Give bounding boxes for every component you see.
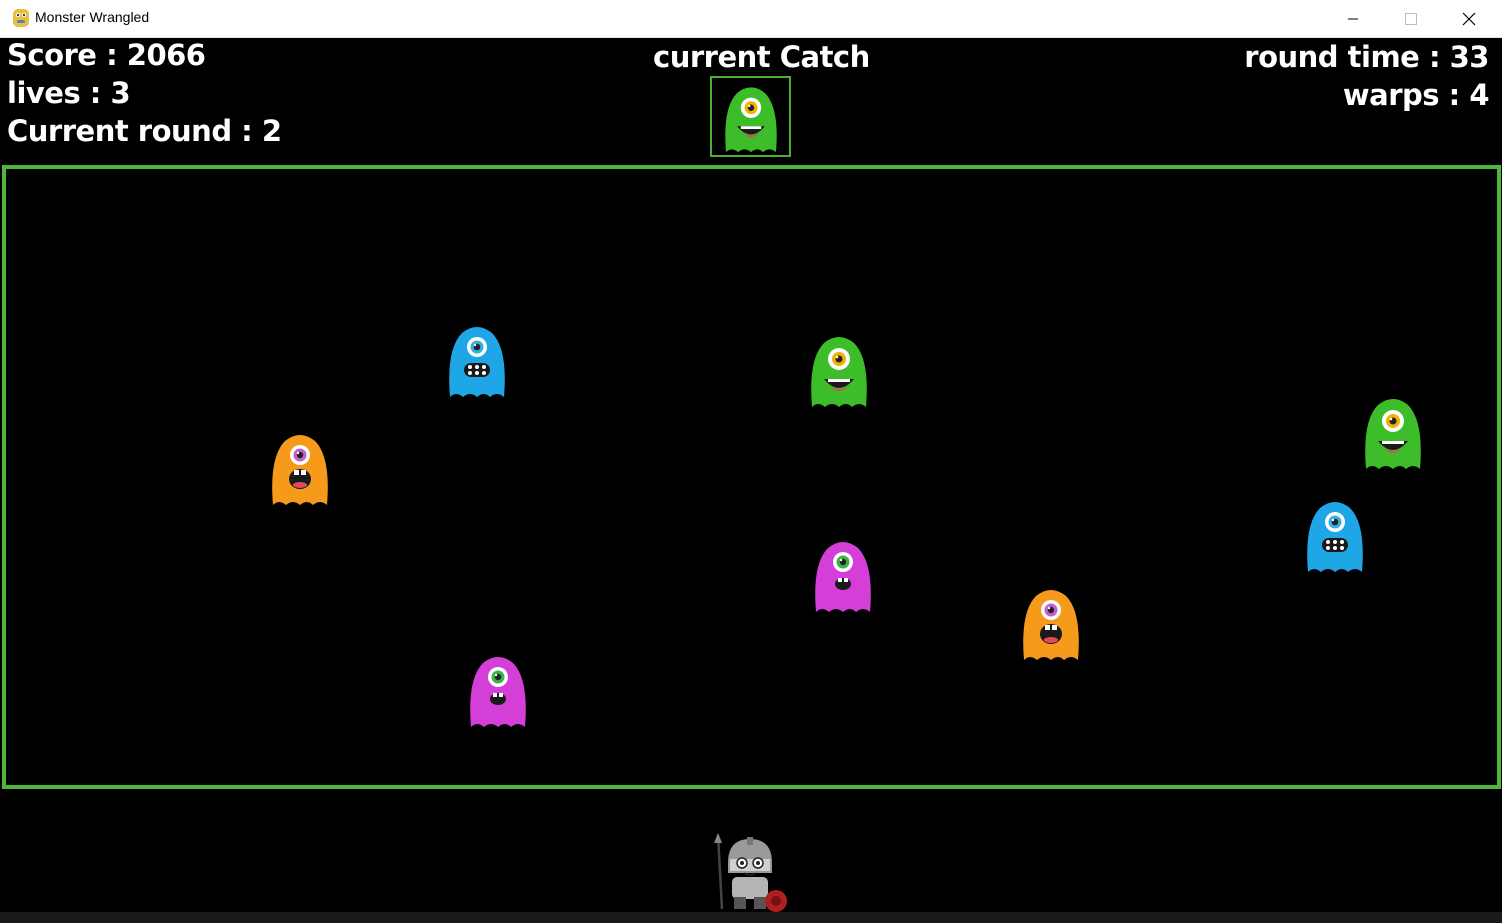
window-titlebar: Monster Wrangled bbox=[0, 0, 1502, 38]
knight-player[interactable] bbox=[710, 833, 790, 913]
close-icon bbox=[1462, 12, 1476, 25]
window-title: Monster Wrangled bbox=[35, 9, 150, 25]
window-bottom-edge bbox=[0, 912, 1502, 923]
round-time-label: round time : 33 bbox=[1244, 40, 1489, 74]
green-monster bbox=[811, 337, 867, 407]
maximize-icon bbox=[1405, 12, 1417, 25]
round-label: Current round : 2 bbox=[7, 114, 282, 148]
green-monster-icon bbox=[725, 87, 777, 153]
purple-monster bbox=[815, 542, 871, 612]
purple-monster bbox=[470, 657, 526, 727]
blue-monster bbox=[1307, 502, 1363, 572]
lives-label: lives : 3 bbox=[7, 76, 131, 110]
minimize-icon bbox=[1348, 18, 1358, 19]
close-button[interactable] bbox=[1446, 0, 1492, 37]
current-catch-label: current Catch bbox=[653, 40, 870, 74]
python-icon bbox=[13, 9, 29, 27]
orange-monster bbox=[1023, 590, 1079, 660]
orange-monster bbox=[272, 435, 328, 505]
play-area[interactable] bbox=[2, 165, 1501, 789]
maximize-button[interactable] bbox=[1388, 0, 1434, 37]
blue-monster bbox=[449, 327, 505, 397]
score-label: Score : 2066 bbox=[7, 38, 206, 72]
current-catch-box bbox=[710, 76, 791, 157]
green-monster bbox=[1365, 399, 1421, 469]
warps-label: warps : 4 bbox=[1342, 78, 1490, 112]
game-canvas[interactable]: Score : 2066 lives : 3 Current round : 2… bbox=[1, 38, 1501, 923]
minimize-button[interactable] bbox=[1330, 0, 1376, 37]
